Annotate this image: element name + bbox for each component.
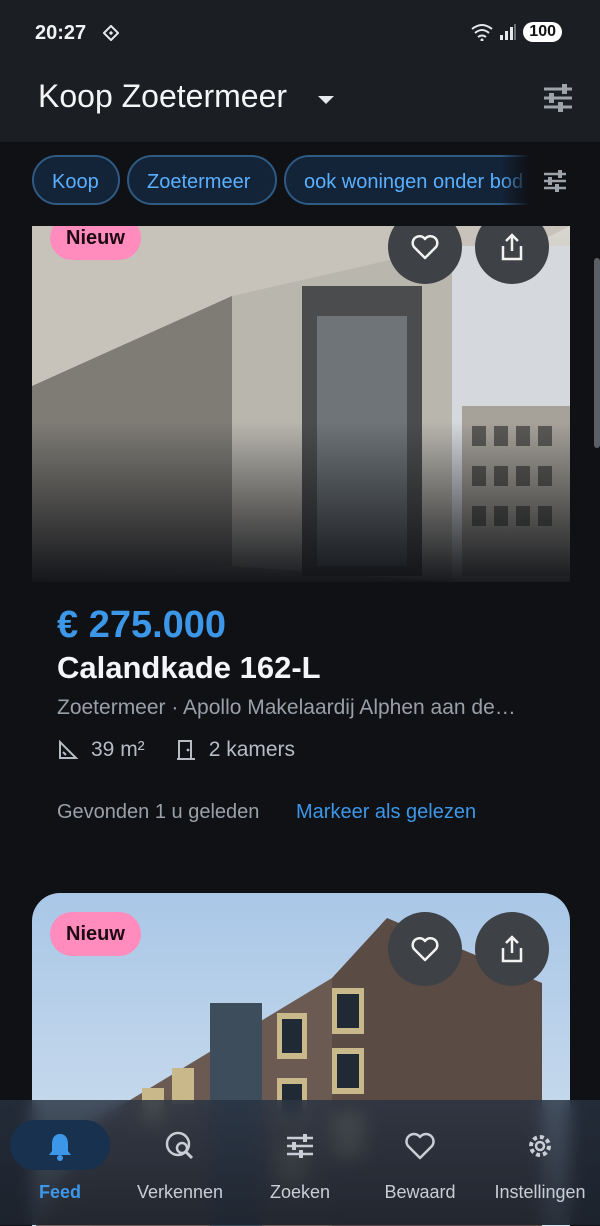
- nav-feed[interactable]: Feed: [0, 1100, 120, 1225]
- found-time: Gevonden 1 u geleden: [57, 801, 260, 823]
- nav-label: Bewaard: [384, 1182, 456, 1202]
- chip-koop[interactable]: Koop: [32, 155, 120, 205]
- gear-icon: [529, 1135, 551, 1157]
- new-badge: Nieuw: [50, 226, 141, 260]
- dropdown-caret-icon[interactable]: [318, 96, 334, 104]
- listing-meta: 39 m² 2 kamers: [57, 738, 295, 762]
- heart-icon: [411, 936, 439, 962]
- chip-zoetermeer[interactable]: Zoetermeer: [127, 155, 277, 205]
- notification-diamond-icon: [103, 25, 119, 41]
- listing-rooms: 2 kamers: [208, 738, 296, 761]
- share-icon: [501, 233, 523, 261]
- heart-icon: [411, 234, 439, 260]
- bell-icon: [49, 1134, 71, 1161]
- listing-subline: Zoetermeer · Apollo Makelaardij Alphen a…: [57, 696, 516, 719]
- mark-as-read-button[interactable]: Markeer als gelezen: [296, 801, 476, 824]
- share-button[interactable]: [475, 912, 549, 986]
- listing-price: € 275.000: [57, 604, 227, 646]
- nav-label: Zoeken: [269, 1182, 331, 1202]
- chips-filter-icon[interactable]: [542, 168, 568, 194]
- nav-bewaard[interactable]: Bewaard: [360, 1100, 480, 1225]
- filter-tune-icon[interactable]: [542, 82, 574, 114]
- nav-label: Verkennen: [136, 1182, 224, 1202]
- tune-icon: [287, 1134, 313, 1158]
- battery-indicator: 100: [523, 22, 562, 42]
- nav-verkennen[interactable]: Verkennen: [120, 1100, 240, 1225]
- nav-label: Instellingen: [494, 1182, 586, 1202]
- filter-chips-row: Koop Zoetermeer ook woningen onder bod: [0, 142, 600, 226]
- favorite-button[interactable]: [388, 912, 462, 986]
- scrollbar-thumb[interactable]: [594, 258, 600, 448]
- feed-list[interactable]: Nieuw € 275.000 Calandkade 162-L Zoeterm…: [0, 226, 600, 1226]
- page-title[interactable]: Koop Zoetermeer: [38, 78, 287, 115]
- new-badge: Nieuw: [50, 912, 141, 956]
- listing-photo[interactable]: [32, 226, 570, 582]
- share-icon: [501, 935, 523, 963]
- signal-icon: [500, 24, 517, 40]
- area-icon: [59, 739, 79, 759]
- door-icon: [176, 740, 195, 760]
- explore-search-icon: [165, 1131, 194, 1160]
- nav-zoeken[interactable]: Zoeken: [240, 1100, 360, 1225]
- nav-instellingen[interactable]: Instellingen: [480, 1100, 600, 1225]
- heart-icon: [405, 1132, 435, 1160]
- bottom-navigation: Feed Verkennen Zoeken Bewaard Instelling…: [0, 1100, 600, 1225]
- app-bar: Koop Zoetermeer: [0, 68, 600, 142]
- wifi-icon: [471, 24, 493, 41]
- listing-address[interactable]: Calandkade 162-L: [57, 650, 321, 686]
- listing-area: 39 m²: [91, 738, 145, 761]
- status-bar: 20:27 100: [0, 0, 600, 68]
- nav-label: Feed: [38, 1182, 81, 1202]
- status-time: 20:27: [35, 22, 87, 44]
